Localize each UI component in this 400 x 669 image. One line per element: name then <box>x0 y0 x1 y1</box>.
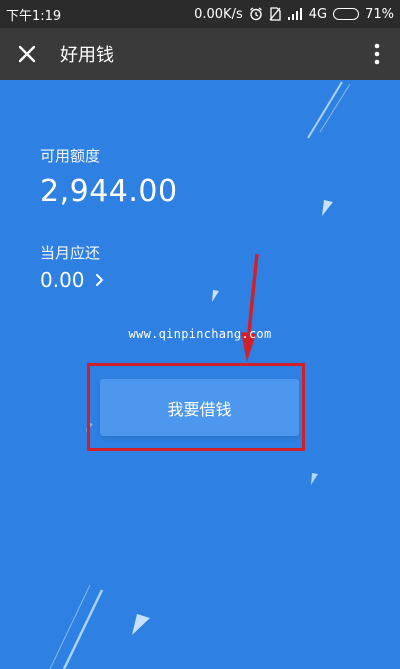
close-button[interactable] <box>0 28 54 80</box>
borrow-button[interactable]: 我要借钱 <box>100 379 299 436</box>
network-speed: 0.00K/s <box>194 6 243 22</box>
close-icon <box>18 45 36 63</box>
status-bar: 下午1:19 0.00K/s 4G 71% <box>0 0 400 28</box>
available-credit-amount: 2,944.00 <box>40 174 178 209</box>
page-title: 好用钱 <box>60 45 114 66</box>
signal-icon <box>287 7 303 21</box>
status-time: 下午1:19 <box>6 8 62 24</box>
more-menu-button[interactable] <box>354 28 400 80</box>
more-vert-icon <box>374 43 380 65</box>
watermark-text: www.qinpinchang.com <box>128 327 272 341</box>
monthly-due-link[interactable]: 0.00 <box>40 268 104 292</box>
no-sim-icon <box>269 7 281 21</box>
available-credit-label: 可用额度 <box>40 147 101 165</box>
main-panel: 可用额度 2,944.00 当月应还 0.00 www.qinpinchang.… <box>0 80 400 669</box>
battery-percent: 71% <box>365 6 394 22</box>
battery-icon <box>333 8 360 20</box>
chevron-right-icon <box>95 274 103 286</box>
title-bar: 好用钱 <box>0 28 400 80</box>
monthly-due-amount: 0.00 <box>40 268 85 292</box>
alarm-icon <box>249 7 263 21</box>
status-right: 0.00K/s 4G 71% <box>194 7 394 22</box>
monthly-due-label: 当月应还 <box>40 244 101 262</box>
network-type: 4G <box>308 6 328 22</box>
